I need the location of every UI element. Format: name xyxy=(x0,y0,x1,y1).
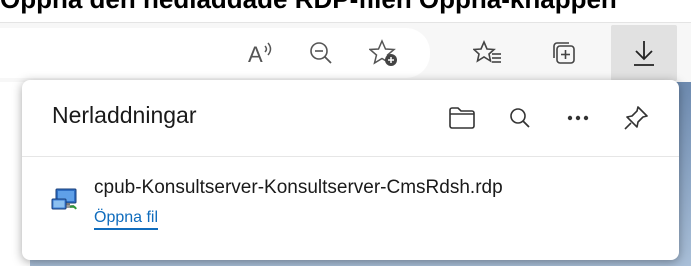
favorites-icon[interactable] xyxy=(464,29,512,77)
downloads-panel-actions xyxy=(433,98,665,138)
folder-icon[interactable] xyxy=(433,98,491,138)
download-arrow-icon xyxy=(634,41,654,66)
add-favorite-icon[interactable] xyxy=(360,29,408,77)
background-instruction-text: Öppna den nedladdade RDP-filen Öppna-kna… xyxy=(0,0,691,14)
search-icon[interactable] xyxy=(491,98,549,138)
read-aloud-icon[interactable]: A xyxy=(237,29,285,77)
collections-icon[interactable] xyxy=(540,29,588,77)
open-file-link[interactable]: Öppna fil xyxy=(94,209,159,230)
downloads-title: Nerladdningar xyxy=(52,102,197,128)
download-file-name[interactable]: cpub-Konsultserver-Konsultserver-CmsRdsh… xyxy=(94,177,503,199)
header-divider xyxy=(22,156,679,157)
download-item[interactable]: cpub-Konsultserver-Konsultserver-CmsRdsh… xyxy=(50,175,650,245)
downloads-button[interactable] xyxy=(611,25,677,81)
downloads-panel: Nerladdningar cpub-Konsultserver-Konsult… xyxy=(22,80,679,260)
rdp-file-icon xyxy=(50,185,84,215)
svg-text:A: A xyxy=(248,42,263,66)
more-options-icon[interactable] xyxy=(549,98,607,138)
pin-icon[interactable] xyxy=(607,98,665,138)
browser-toolbar: A xyxy=(0,22,691,83)
zoom-out-icon[interactable] xyxy=(297,29,345,77)
